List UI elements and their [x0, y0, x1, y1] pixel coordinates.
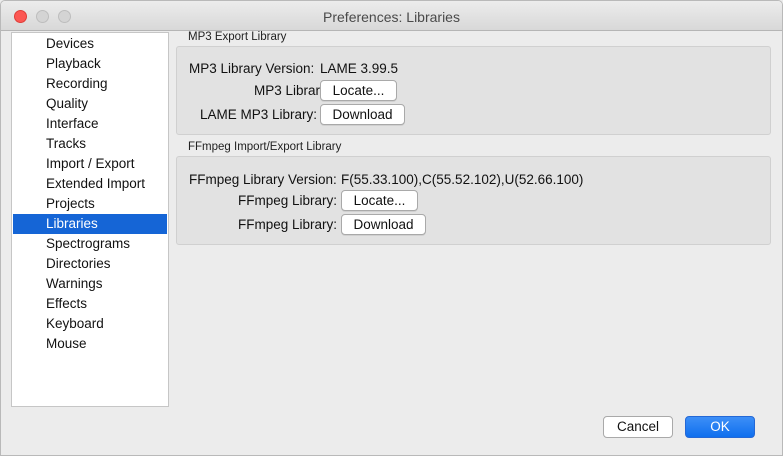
cancel-button[interactable]: Cancel: [603, 416, 673, 438]
sidebar-item-projects[interactable]: Projects: [13, 194, 167, 214]
ffmpeg-library-label: FFmpeg Library:: [238, 193, 338, 208]
ffmpeg-library-label-2: FFmpeg Library:: [238, 217, 338, 232]
sidebar-item-mouse[interactable]: Mouse: [13, 334, 167, 354]
mp3-version-value: LAME 3.99.5: [320, 61, 399, 76]
mp3-locate-button[interactable]: Locate...: [320, 80, 397, 101]
title-bar[interactable]: Preferences: Libraries: [1, 1, 782, 31]
mp3-group-label: MP3 Export Library: [188, 31, 287, 43]
sidebar-item-directories[interactable]: Directories: [13, 254, 167, 274]
ffmpeg-locate-button[interactable]: Locate...: [341, 190, 418, 211]
ffmpeg-download-button[interactable]: Download: [341, 214, 426, 235]
sidebar-item-playback[interactable]: Playback: [13, 54, 167, 74]
mp3-download-button[interactable]: Download: [320, 104, 405, 125]
sidebar-item-tracks[interactable]: Tracks: [13, 134, 167, 154]
sidebar-item-extended-import[interactable]: Extended Import: [13, 174, 167, 194]
sidebar-item-devices[interactable]: Devices: [13, 34, 167, 54]
ffmpeg-group-label: FFmpeg Import/Export Library: [188, 141, 342, 153]
mp3-version-label: MP3 Library Version:: [189, 61, 315, 76]
ffmpeg-version-value: F(55.33.100),C(55.52.102),U(52.66.100): [341, 172, 584, 187]
sidebar-item-spectrograms[interactable]: Spectrograms: [13, 234, 167, 254]
preferences-window: Preferences: Libraries Devices Playback …: [0, 0, 783, 456]
ffmpeg-version-label: FFmpeg Library Version:: [189, 172, 337, 187]
sidebar-item-libraries[interactable]: Libraries: [13, 214, 167, 234]
ok-button[interactable]: OK: [685, 416, 755, 438]
sidebar-item-warnings[interactable]: Warnings: [13, 274, 167, 294]
preferences-category-list[interactable]: Devices Playback Recording Quality Inter…: [11, 32, 169, 407]
sidebar-item-quality[interactable]: Quality: [13, 94, 167, 114]
lame-mp3-library-label: LAME MP3 Library:: [200, 107, 318, 122]
sidebar-item-import-export[interactable]: Import / Export: [13, 154, 167, 174]
sidebar-item-keyboard[interactable]: Keyboard: [13, 314, 167, 334]
sidebar-item-recording[interactable]: Recording: [13, 74, 167, 94]
sidebar-item-interface[interactable]: Interface: [13, 114, 167, 134]
sidebar-item-effects[interactable]: Effects: [13, 294, 167, 314]
window-title: Preferences: Libraries: [323, 9, 460, 25]
